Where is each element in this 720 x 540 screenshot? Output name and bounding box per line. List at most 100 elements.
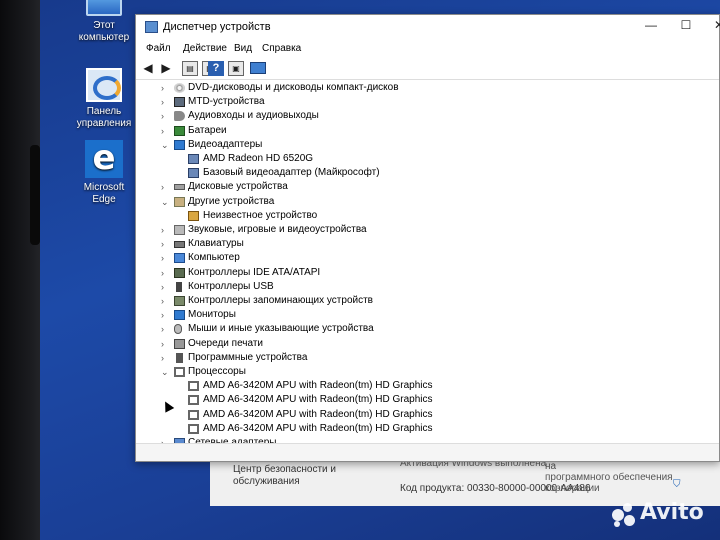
horizontal-scrollbar[interactable]	[136, 443, 719, 461]
screen-bezel	[0, 0, 44, 540]
desktop-icon-control-panel[interactable]: Панель управления	[68, 68, 140, 130]
menu-view[interactable]: Вид	[234, 43, 252, 54]
processor-icon	[188, 409, 199, 420]
title-bar[interactable]: Диспетчер устройств — ☐ ✕	[136, 15, 720, 41]
tree-item-label: Дисковые устройства	[188, 181, 288, 193]
close-button[interactable]: ✕	[704, 18, 720, 32]
help-button[interactable]: ?	[208, 61, 224, 76]
tree-item-label: Базовый видеоадаптер (Майкрософт)	[203, 167, 380, 179]
expand-chevron-icon[interactable]: ›	[161, 280, 171, 294]
expand-chevron-icon[interactable]: ›	[161, 124, 171, 138]
tree-item-label: AMD A6-3420M APU with Radeon(tm) HD Grap…	[203, 380, 433, 392]
expand-chevron-icon[interactable]: ›	[161, 308, 171, 322]
battery-icon	[174, 125, 185, 136]
other-devices-icon	[174, 196, 185, 207]
collapse-chevron-icon[interactable]: ⌄	[161, 195, 171, 209]
gpu-icon	[188, 168, 199, 179]
software-device-icon	[176, 352, 183, 363]
desktop-icon-label: Панель	[86, 106, 122, 117]
toolbar: ◀ ▶ ▤ ▦ ? ▣	[136, 58, 719, 80]
tree-item-label: Мыши и иные указывающие устройства	[188, 323, 374, 335]
scan-hardware-icon: ▣	[232, 64, 240, 73]
tree-item-label: AMD A6-3420M APU with Radeon(tm) HD Grap…	[203, 408, 433, 420]
menu-help[interactable]: Справка	[262, 43, 301, 54]
computer-icon	[174, 253, 185, 264]
collapse-chevron-icon[interactable]: ⌄	[161, 138, 171, 152]
security-link-line: обслуживания	[233, 476, 300, 487]
monitor-icon	[174, 310, 185, 321]
storage-controller-icon	[174, 296, 185, 306]
bezel-notch	[30, 145, 40, 245]
expand-chevron-icon[interactable]: ›	[161, 436, 171, 443]
expand-chevron-icon[interactable]: ›	[161, 109, 171, 123]
show-devices-button[interactable]	[250, 62, 266, 74]
tree-item-label: Батареи	[188, 124, 227, 136]
minimize-button[interactable]: —	[636, 18, 666, 32]
desktop-icon-label: Microsoft	[83, 182, 125, 193]
license-link-line: программного обеспечения корпорации	[545, 472, 673, 494]
scan-hardware-button[interactable]: ▣	[228, 61, 244, 76]
expand-chevron-icon[interactable]: ›	[161, 95, 171, 109]
computer-icon	[86, 0, 122, 16]
tree-item-label: Контроллеры запоминающих устройств	[188, 295, 373, 306]
expand-chevron-icon[interactable]: ›	[161, 322, 171, 336]
menu-file[interactable]: Файл	[146, 43, 171, 54]
ide-controller-icon	[174, 267, 185, 278]
forward-button[interactable]: ▶	[158, 61, 174, 76]
processor-icon	[188, 381, 199, 392]
security-link[interactable]: Центр безопасности и обслуживания	[233, 464, 353, 488]
tree-item-label: Звуковые, игровые и видеоустройства	[188, 224, 367, 235]
expand-chevron-icon[interactable]: ›	[161, 337, 171, 351]
menu-action[interactable]: Действие	[183, 43, 227, 54]
desktop-icon-edge[interactable]: e Microsoft Edge	[68, 140, 140, 206]
expand-chevron-icon[interactable]: ›	[161, 81, 171, 95]
avito-watermark: Avito	[612, 500, 712, 530]
control-panel-icon	[86, 68, 122, 102]
mouse-icon	[174, 324, 182, 335]
desktop-icon-label: управления	[76, 118, 132, 129]
device-manager-icon	[145, 21, 158, 33]
security-link-line: Центр безопасности и	[233, 464, 336, 475]
printer-icon	[174, 338, 185, 349]
tree-item-label: AMD A6-3420M APU with Radeon(tm) HD Grap…	[203, 394, 433, 406]
expand-chevron-icon[interactable]: ›	[161, 294, 171, 308]
expand-chevron-icon[interactable]: ›	[161, 180, 171, 194]
tree-item-label: Другие устройства	[188, 195, 275, 207]
expand-chevron-icon[interactable]: ›	[161, 351, 171, 365]
tree-item-label: Контроллеры IDE ATA/ATAPI	[188, 266, 321, 278]
expand-chevron-icon[interactable]: ›	[161, 266, 171, 280]
tree-item-label: AMD Radeon HD 6520G	[203, 153, 314, 164]
device-manager-window: Диспетчер устройств — ☐ ✕ Файл Действие …	[135, 14, 720, 462]
usb-icon	[176, 281, 182, 292]
processor-icon	[188, 395, 199, 406]
tree-item-label: Очереди печати	[188, 337, 264, 349]
tree-item-label: DVD-дисководы и дисководы компакт-дисков	[188, 82, 399, 93]
desktop-icon-this-pc[interactable]: Этот компьютер	[68, 0, 140, 44]
tree-item-label: Клавиатуры	[188, 238, 244, 250]
processor-icon	[174, 367, 185, 377]
back-button[interactable]: ◀	[140, 61, 156, 76]
device-icon	[174, 97, 185, 108]
window-title: Диспетчер устройств	[163, 21, 271, 33]
processor-icon	[188, 423, 199, 434]
sound-icon	[174, 225, 185, 235]
tree-item-label: Сетевые адаптеры	[188, 437, 277, 443]
tree-item-label: Аудиовходы и аудиовыходы	[188, 110, 319, 122]
maximize-button[interactable]: ☐	[671, 18, 701, 32]
expand-chevron-icon[interactable]: ›	[161, 251, 171, 265]
change-key-shield-icon[interactable]: ⛉	[673, 479, 681, 490]
unknown-device-warning-icon	[188, 210, 199, 221]
tree-item-label: Контроллеры USB	[188, 280, 274, 292]
collapse-chevron-icon[interactable]: ⌄	[161, 365, 171, 379]
gpu-icon	[188, 154, 199, 164]
tree-item-label: MTD-устройства	[188, 96, 265, 108]
expand-chevron-icon[interactable]: ›	[161, 223, 171, 237]
expand-chevron-icon[interactable]: ›	[161, 237, 171, 251]
audio-icon	[174, 111, 185, 122]
avito-logo-icon	[612, 503, 636, 527]
tree-item-label: AMD A6-3420M APU with Radeon(tm) HD Grap…	[203, 422, 433, 434]
menu-bar: Файл Действие Вид Справка	[136, 41, 719, 58]
desktop-icon-label: компьютер	[78, 32, 130, 43]
properties-button[interactable]: ▤	[182, 61, 198, 76]
display-adapter-icon	[174, 139, 185, 150]
